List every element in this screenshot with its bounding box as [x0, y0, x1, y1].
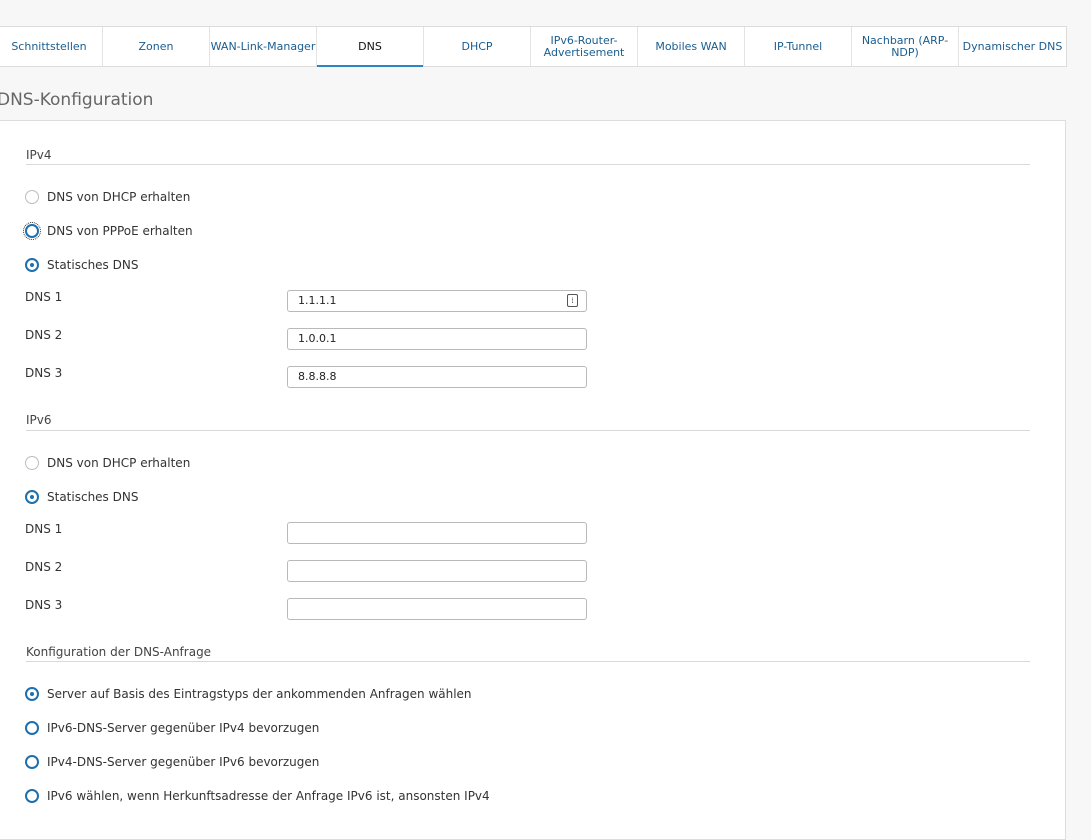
- ipv4-dns3-label: DNS 3: [25, 366, 63, 380]
- dns-config-panel: IPv4 DNS von DHCP erhalten DNS von PPPoE…: [0, 120, 1066, 840]
- ipv4-dns3-value: 8.8.8.8: [298, 370, 337, 383]
- ipv6-dns1-input[interactable]: [287, 522, 587, 544]
- ipv4-option-pppoe[interactable]: DNS von PPPoE erhalten: [23, 222, 193, 240]
- password-manager-icon[interactable]: ⁞: [567, 294, 578, 307]
- tab-zonen[interactable]: Zonen: [103, 27, 210, 66]
- tab-schnittstellen[interactable]: Schnittstellen: [0, 27, 103, 66]
- radio-icon[interactable]: [25, 190, 39, 204]
- ipv4-dns3-input[interactable]: 8.8.8.8: [287, 366, 587, 388]
- query-option-prefer-ipv4[interactable]: IPv4-DNS-Server gegenüber IPv6 bevorzuge…: [25, 755, 319, 769]
- tab-dynamischer-dns[interactable]: Dynamischer DNS: [959, 27, 1066, 66]
- ipv4-dns1-input[interactable]: 1.1.1.1 ⁞: [287, 290, 587, 312]
- ipv4-dns2-value: 1.0.0.1: [298, 332, 337, 345]
- radio-label: DNS von DHCP erhalten: [47, 190, 191, 204]
- radio-icon[interactable]: [25, 258, 39, 272]
- radio-icon[interactable]: [25, 721, 39, 735]
- ipv6-dns3-input[interactable]: [287, 598, 587, 620]
- section-title-ipv4: IPv4: [26, 148, 52, 162]
- tab-bar: Schnittstellen Zonen WAN-Link-Manager DN…: [0, 26, 1067, 67]
- radio-icon[interactable]: [25, 789, 39, 803]
- section-title-ipv6: IPv6: [26, 413, 52, 427]
- section-divider: [26, 661, 1030, 662]
- tab-ipv6-router-advertisement[interactable]: IPv6-Router-Advertisement: [531, 27, 638, 66]
- ipv4-option-static[interactable]: Statisches DNS: [25, 258, 138, 272]
- tab-ip-tunnel[interactable]: IP-Tunnel: [745, 27, 852, 66]
- radio-label: DNS von DHCP erhalten: [47, 456, 191, 470]
- ipv6-option-static[interactable]: Statisches DNS: [25, 490, 138, 504]
- tab-dhcp[interactable]: DHCP: [424, 27, 531, 66]
- ipv4-option-dhcp[interactable]: DNS von DHCP erhalten: [25, 190, 190, 204]
- section-title-query: Konfiguration der DNS-Anfrage: [26, 645, 212, 659]
- radio-label: Statisches DNS: [47, 258, 139, 272]
- section-divider: [26, 164, 1030, 165]
- ipv6-dns2-input[interactable]: [287, 560, 587, 582]
- radio-icon[interactable]: [25, 687, 39, 701]
- query-option-by-source[interactable]: IPv6 wählen, wenn Herkunftsadresse der A…: [25, 789, 490, 803]
- query-option-prefer-ipv6[interactable]: IPv6-DNS-Server gegenüber IPv4 bevorzuge…: [25, 721, 319, 735]
- radio-label: IPv6-DNS-Server gegenüber IPv4 bevorzuge…: [47, 721, 320, 735]
- section-divider: [26, 430, 1030, 431]
- ipv4-dns1-label: DNS 1: [25, 290, 63, 304]
- ipv6-dns1-label: DNS 1: [25, 522, 63, 536]
- radio-label: DNS von PPPoE erhalten: [47, 224, 193, 238]
- tab-dns[interactable]: DNS: [317, 27, 424, 67]
- radio-icon[interactable]: [25, 755, 39, 769]
- ipv6-dns2-label: DNS 2: [25, 560, 63, 574]
- radio-icon[interactable]: [23, 222, 41, 240]
- tab-wan-link-manager[interactable]: WAN-Link-Manager: [210, 27, 317, 66]
- radio-label: Server auf Basis des Eintragstyps der an…: [47, 687, 472, 701]
- radio-icon[interactable]: [25, 456, 39, 470]
- tab-mobiles-wan[interactable]: Mobiles WAN: [638, 27, 745, 66]
- radio-label: IPv4-DNS-Server gegenüber IPv6 bevorzuge…: [47, 755, 320, 769]
- ipv4-dns1-value: 1.1.1.1: [298, 294, 337, 307]
- page-title: DNS-Konfiguration: [0, 90, 154, 110]
- ipv4-dns2-label: DNS 2: [25, 328, 63, 342]
- ipv6-dns3-label: DNS 3: [25, 598, 63, 612]
- ipv6-option-dhcp[interactable]: DNS von DHCP erhalten: [25, 456, 190, 470]
- query-option-by-record-type[interactable]: Server auf Basis des Eintragstyps der an…: [25, 687, 472, 701]
- ipv4-dns2-input[interactable]: 1.0.0.1: [287, 328, 587, 350]
- radio-icon[interactable]: [25, 490, 39, 504]
- tab-nachbarn[interactable]: Nachbarn (ARP-NDP): [852, 27, 959, 66]
- radio-label: Statisches DNS: [47, 490, 139, 504]
- radio-label: IPv6 wählen, wenn Herkunftsadresse der A…: [47, 789, 490, 803]
